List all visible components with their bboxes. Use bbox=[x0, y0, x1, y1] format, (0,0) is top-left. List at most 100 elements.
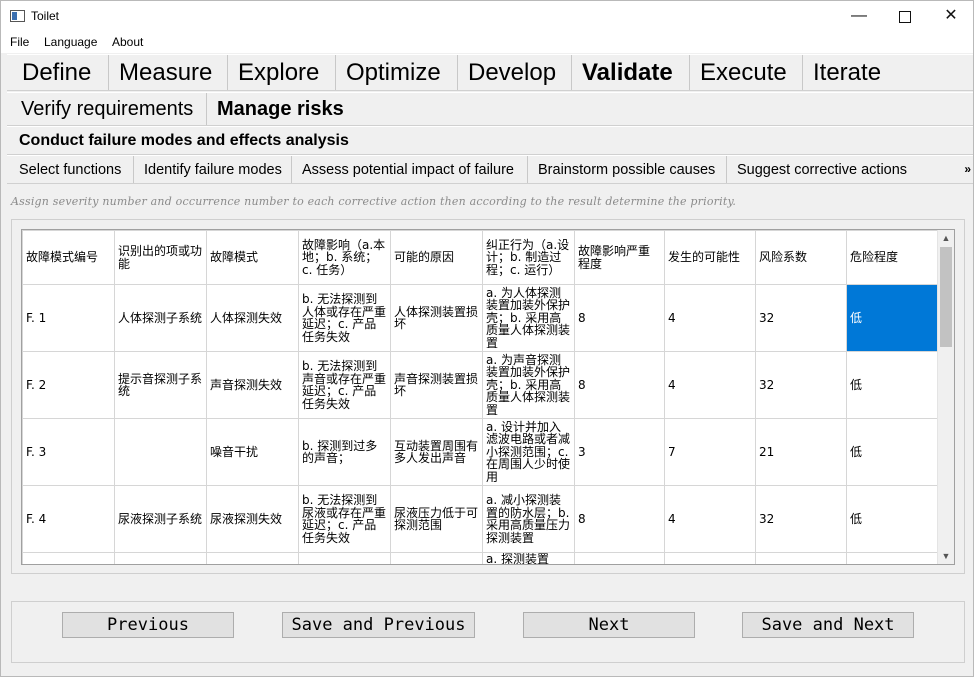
scroll-up-icon[interactable]: ▲ bbox=[938, 230, 954, 246]
tab-select-functions[interactable]: Select functions bbox=[9, 156, 131, 183]
table-cell[interactable]: 4 bbox=[664, 351, 756, 419]
phase-tabs: Define Measure Explore Optimize Develop … bbox=[7, 54, 973, 91]
tab-verify-requirements[interactable]: Verify requirements bbox=[11, 93, 203, 125]
header-risk-level[interactable]: 危险程度 bbox=[846, 230, 938, 285]
table-cell[interactable]: 人体探测失效 bbox=[206, 284, 299, 352]
header-item-function[interactable]: 识别出的项或功能 bbox=[114, 230, 207, 285]
table-cell[interactable]: F. 2 bbox=[22, 351, 115, 419]
tab-explore[interactable]: Explore bbox=[227, 55, 329, 90]
table-cell[interactable]: b. 无法探测到声音或存在严重延迟；c. 产品任务失效 bbox=[298, 351, 391, 419]
table-cell[interactable]: 8 bbox=[574, 485, 665, 553]
tab-validate[interactable]: Validate bbox=[571, 55, 683, 90]
table-cell[interactable]: a. 探测装置 bbox=[482, 552, 575, 564]
menu-file[interactable]: File bbox=[10, 35, 29, 49]
table-cell[interactable]: 尿液压力低于可探测范围 bbox=[390, 485, 483, 553]
table-cell[interactable]: F. 1 bbox=[22, 284, 115, 352]
instruction-text: Assign severity number and occurrence nu… bbox=[11, 195, 737, 208]
table-cell[interactable]: 21 bbox=[755, 418, 847, 486]
table-cell[interactable]: b. 探测到过多的声音； bbox=[298, 418, 391, 486]
close-icon: ✕ bbox=[944, 7, 958, 24]
table-cell[interactable]: 32 bbox=[755, 351, 847, 419]
table-cell[interactable] bbox=[22, 552, 115, 564]
tab-optimize[interactable]: Optimize bbox=[335, 55, 451, 90]
header-failure-mode[interactable]: 故障模式 bbox=[206, 230, 299, 285]
header-failure-effect[interactable]: 故障影响（a.本地；b. 系统；c. 任务） bbox=[298, 230, 391, 285]
close-button[interactable]: ✕ bbox=[928, 1, 974, 31]
table-cell[interactable]: a. 为人体探测装置加装外保护壳；b. 采用高质量人体探测装置 bbox=[482, 284, 575, 352]
header-occurrence[interactable]: 发生的可能性 bbox=[664, 230, 756, 285]
table-cell[interactable]: 互动装置周围有多人发出声音 bbox=[390, 418, 483, 486]
table-cell[interactable]: F. 3 bbox=[22, 418, 115, 486]
table-cell[interactable]: a. 为声音探测装置加装外保护壳；b. 采用高质量人体探测装置 bbox=[482, 351, 575, 419]
next-button[interactable]: Next bbox=[523, 612, 695, 638]
table-cell[interactable]: 尿液探测子系统 bbox=[114, 485, 207, 553]
title-bar: Toilet — ✕ bbox=[1, 1, 973, 31]
table-row: a. 探测装置 bbox=[22, 552, 938, 564]
tab-define[interactable]: Define bbox=[12, 55, 101, 90]
menu-language[interactable]: Language bbox=[44, 35, 97, 49]
table-cell[interactable]: a. 减小探测装置的防水层；b. 采用高质量压力探测装置 bbox=[482, 485, 575, 553]
table-cell[interactable] bbox=[114, 418, 207, 486]
section-header: Conduct failure modes and effects analys… bbox=[7, 126, 973, 155]
tab-execute[interactable]: Execute bbox=[689, 55, 797, 90]
table-cell[interactable]: 人体探测子系统 bbox=[114, 284, 207, 352]
table-cell[interactable] bbox=[206, 552, 299, 564]
table-row: F. 4 尿液探测子系统 尿液探测失效 b. 无法探测到尿液或存在严重延迟；c.… bbox=[22, 485, 938, 553]
table-cell[interactable]: 32 bbox=[755, 284, 847, 352]
header-risk-priority[interactable]: 风险系数 bbox=[755, 230, 847, 285]
tab-iterate[interactable]: Iterate bbox=[802, 55, 891, 90]
table-cell[interactable]: 尿液探测失效 bbox=[206, 485, 299, 553]
tab-develop[interactable]: Develop bbox=[457, 55, 566, 90]
table-cell-selected[interactable]: 低 bbox=[846, 284, 938, 352]
header-failure-mode-id[interactable]: 故障模式编号 bbox=[22, 230, 115, 285]
header-severity[interactable]: 故障影响严重程度 bbox=[574, 230, 665, 285]
tab-suggest-corrective-actions[interactable]: Suggest corrective actions bbox=[726, 156, 917, 183]
tabs-overflow-icon[interactable]: » bbox=[964, 162, 971, 176]
table-cell[interactable] bbox=[846, 552, 938, 564]
table-row: F. 3 噪音干扰 b. 探测到过多的声音； 互动装置周围有多人发出声音 a. … bbox=[22, 418, 938, 486]
table-cell[interactable]: 噪音干扰 bbox=[206, 418, 299, 486]
table-cell[interactable]: b. 无法探测到人体或存在严重延迟；c. 产品任务失效 bbox=[298, 284, 391, 352]
header-possible-cause[interactable]: 可能的原因 bbox=[390, 230, 483, 285]
tab-measure[interactable]: Measure bbox=[108, 55, 222, 90]
table-cell[interactable]: 8 bbox=[574, 284, 665, 352]
section-title[interactable]: Conduct failure modes and effects analys… bbox=[7, 127, 361, 154]
scroll-thumb[interactable] bbox=[940, 247, 952, 347]
table-cell[interactable]: 低 bbox=[846, 351, 938, 419]
menu-about[interactable]: About bbox=[112, 35, 143, 49]
table-cell[interactable]: 低 bbox=[846, 418, 938, 486]
table-cell[interactable]: 提示音探测子系统 bbox=[114, 351, 207, 419]
tab-manage-risks[interactable]: Manage risks bbox=[206, 93, 354, 125]
table-cell[interactable] bbox=[298, 552, 391, 564]
table-cell[interactable]: a. 设计并加入滤波电路或者减小探测范围；c. 在周围人少时使用 bbox=[482, 418, 575, 486]
save-and-previous-button[interactable]: Save and Previous bbox=[282, 612, 475, 638]
table-cell[interactable]: 8 bbox=[574, 351, 665, 419]
table-cell[interactable] bbox=[755, 552, 847, 564]
previous-button[interactable]: Previous bbox=[62, 612, 234, 638]
minimize-button[interactable]: — bbox=[836, 1, 882, 31]
table-cell[interactable] bbox=[114, 552, 207, 564]
table-cell[interactable]: 32 bbox=[755, 485, 847, 553]
table-cell[interactable]: 声音探测装置损坏 bbox=[390, 351, 483, 419]
table-cell[interactable]: F. 4 bbox=[22, 485, 115, 553]
table-cell[interactable]: 低 bbox=[846, 485, 938, 553]
table-cell[interactable]: 人体探测装置损坏 bbox=[390, 284, 483, 352]
table-cell[interactable]: b. 无法探测到尿液或存在严重延迟；c. 产品任务失效 bbox=[298, 485, 391, 553]
save-and-next-button[interactable]: Save and Next bbox=[742, 612, 914, 638]
vertical-scrollbar[interactable]: ▲ ▼ bbox=[937, 230, 954, 564]
table-cell[interactable] bbox=[574, 552, 665, 564]
table-cell[interactable]: 7 bbox=[664, 418, 756, 486]
table-cell[interactable]: 4 bbox=[664, 485, 756, 553]
maximize-button[interactable] bbox=[882, 1, 928, 31]
tab-assess-impact[interactable]: Assess potential impact of failure bbox=[291, 156, 524, 183]
table-cell[interactable] bbox=[664, 552, 756, 564]
table-cell[interactable]: 声音探测失效 bbox=[206, 351, 299, 419]
table-cell[interactable]: 3 bbox=[574, 418, 665, 486]
tab-identify-failure-modes[interactable]: Identify failure modes bbox=[133, 156, 292, 183]
table-cell[interactable] bbox=[390, 552, 483, 564]
scroll-down-icon[interactable]: ▼ bbox=[938, 548, 954, 564]
tab-brainstorm-causes[interactable]: Brainstorm possible causes bbox=[527, 156, 725, 183]
table-row: F. 2 提示音探测子系统 声音探测失效 b. 无法探测到声音或存在严重延迟；c… bbox=[22, 351, 938, 419]
table-cell[interactable]: 4 bbox=[664, 284, 756, 352]
header-corrective-action[interactable]: 纠正行为（a.设计；b. 制造过程；c. 运行） bbox=[482, 230, 575, 285]
